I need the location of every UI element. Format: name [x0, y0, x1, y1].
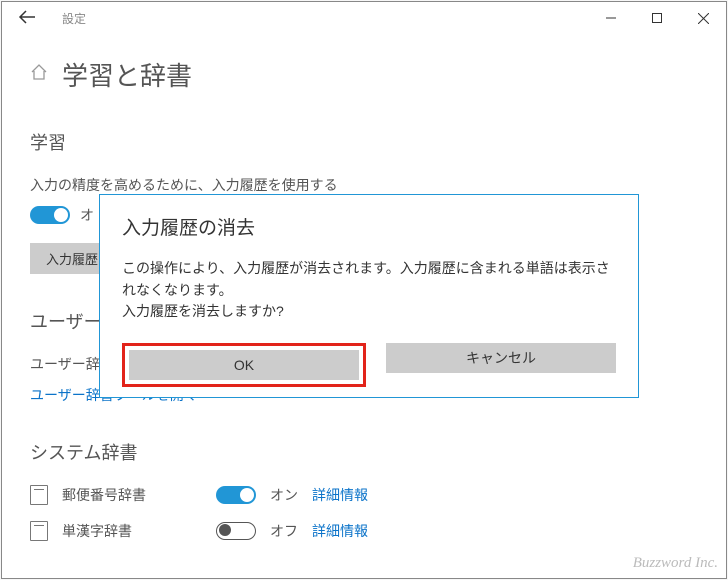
- ok-button[interactable]: OK: [129, 350, 359, 380]
- learning-desc: 入力の精度を高めるために、入力履歴を使用する: [30, 175, 698, 195]
- dict-row: 単漢字辞書 オフ 詳細情報: [30, 521, 698, 541]
- ok-highlight: OK: [122, 343, 366, 387]
- dict-toggle-label: オフ: [270, 521, 298, 541]
- back-button[interactable]: [10, 4, 44, 33]
- system-dict-heading: システム辞書: [30, 439, 698, 465]
- window-controls: [588, 2, 726, 34]
- watermark: Buzzword Inc.: [633, 555, 718, 572]
- minimize-button[interactable]: [588, 2, 634, 34]
- dict-name: 郵便番号辞書: [62, 485, 202, 505]
- dictionary-icon: [30, 485, 48, 505]
- dialog-body-line: 入力履歴を消去しますか?: [122, 301, 616, 323]
- page-header: 学習と辞書: [30, 56, 698, 93]
- dialog-body-line: この操作により、入力履歴が消去されます。入力履歴に含まれる単語は表示されなくなり…: [122, 258, 616, 301]
- learning-toggle-label: オ: [80, 205, 94, 225]
- home-icon[interactable]: [30, 63, 48, 86]
- titlebar: 設定: [2, 2, 726, 34]
- system-dict-section: システム辞書 郵便番号辞書 オン 詳細情報 単漢字辞書 オフ 詳細情報: [30, 439, 698, 541]
- dialog-body: この操作により、入力履歴が消去されます。入力履歴に含まれる単語は表示されなくなり…: [122, 258, 616, 323]
- dialog-title: 入力履歴の消去: [122, 213, 616, 240]
- dictionary-icon: [30, 521, 48, 541]
- dict-detail-link[interactable]: 詳細情報: [312, 485, 368, 505]
- maximize-button[interactable]: [634, 2, 680, 34]
- dict-toggle[interactable]: [216, 486, 256, 504]
- dict-row: 郵便番号辞書 オン 詳細情報: [30, 485, 698, 505]
- dict-toggle[interactable]: [216, 522, 256, 540]
- settings-window: 設定 学習と辞書 学習 入力の精度を高めるために、入力履歴を使用する: [1, 1, 727, 579]
- confirm-dialog: 入力履歴の消去 この操作により、入力履歴が消去されます。入力履歴に含まれる単語は…: [99, 194, 639, 398]
- dict-name: 単漢字辞書: [62, 521, 202, 541]
- dict-detail-link[interactable]: 詳細情報: [312, 521, 368, 541]
- learning-toggle[interactable]: [30, 206, 70, 224]
- dialog-buttons: OK キャンセル: [122, 343, 616, 387]
- page-title: 学習と辞書: [62, 56, 192, 93]
- titlebar-left: 設定: [10, 4, 86, 33]
- close-button[interactable]: [680, 2, 726, 34]
- dict-toggle-label: オン: [270, 485, 298, 505]
- learning-heading: 学習: [30, 129, 698, 155]
- window-title: 設定: [62, 10, 86, 27]
- cancel-button[interactable]: キャンセル: [386, 343, 616, 373]
